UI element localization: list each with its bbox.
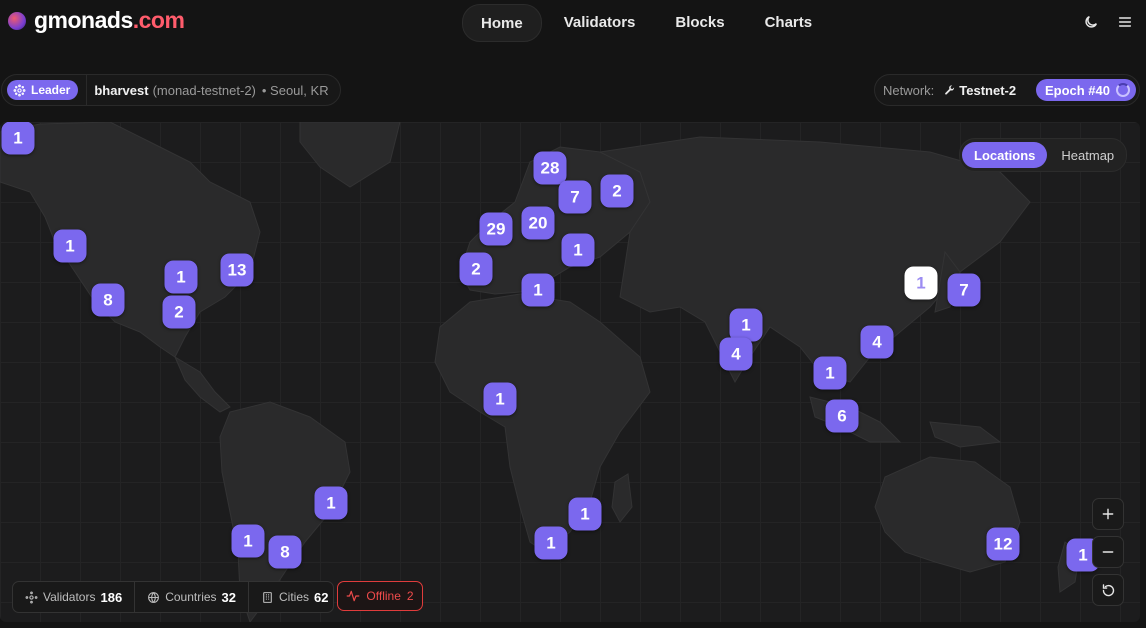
stat-cities-value: 62 xyxy=(314,589,329,605)
logo-mark-icon xyxy=(8,11,26,30)
network-value[interactable]: Testnet-2 xyxy=(944,83,1016,98)
map-marker[interactable]: 1 xyxy=(568,497,602,531)
globe-icon xyxy=(148,591,160,603)
map-marker[interactable]: 7 xyxy=(947,273,981,307)
building-icon xyxy=(263,591,272,603)
epoch-badge[interactable]: Epoch #40 xyxy=(1035,79,1136,101)
stat-cities: Cities 62 xyxy=(248,582,340,612)
landmass-madagascar xyxy=(611,473,633,523)
validators-icon xyxy=(25,591,38,603)
map-marker[interactable]: 1 xyxy=(561,233,595,267)
logo[interactable]: gmonads.com xyxy=(8,7,185,34)
offline-count: 2 xyxy=(406,589,414,603)
tab-locations[interactable]: Locations xyxy=(962,142,1048,168)
stat-countries-label: Countries xyxy=(165,590,217,604)
stat-validators-value: 186 xyxy=(100,589,123,605)
landmass-central-america xyxy=(173,355,231,413)
reset-view-button[interactable] xyxy=(1092,574,1124,606)
map-marker[interactable]: 1 xyxy=(1,122,35,155)
landmass-asia xyxy=(598,136,1031,384)
logo-text: gmonads.com xyxy=(34,7,185,33)
stat-countries: Countries 32 xyxy=(134,582,248,612)
map-marker[interactable]: 4 xyxy=(860,325,894,359)
network-label: Network: xyxy=(883,82,935,98)
epoch-progress-icon xyxy=(1116,83,1130,97)
leader-name: bharvest xyxy=(94,82,149,98)
stat-validators: Validators 186 xyxy=(13,582,134,612)
zoom-out-button[interactable] xyxy=(1092,536,1124,568)
map-marker[interactable]: 7 xyxy=(558,180,592,214)
reset-icon xyxy=(1102,583,1114,596)
map-marker[interactable]: 2 xyxy=(162,295,196,329)
zoom-in-button[interactable] xyxy=(1092,498,1124,530)
map-marker[interactable]: 12 xyxy=(986,527,1020,561)
map-marker[interactable]: 1 xyxy=(483,382,517,416)
landmass-north-america xyxy=(0,122,261,358)
map-marker[interactable]: 1 xyxy=(314,486,348,520)
map-marker[interactable]: 8 xyxy=(91,283,125,317)
map-marker[interactable]: 29 xyxy=(479,212,513,246)
nav-home[interactable]: Home xyxy=(462,4,542,42)
map-marker[interactable]: 1 xyxy=(231,524,265,558)
leader-node-id: (monad-testnet-2) xyxy=(152,82,256,98)
leader-badge-label: Leader xyxy=(31,83,71,97)
offline-label: Offline xyxy=(366,589,401,603)
divider xyxy=(86,75,88,105)
leader-badge: Leader xyxy=(7,80,79,100)
map-marker[interactable]: 1 xyxy=(521,273,555,307)
network-stats-bar: Validators 186 Countries 32 Cities 62 xyxy=(12,581,334,613)
theme-toggle-icon[interactable] xyxy=(1081,12,1101,32)
activity-icon xyxy=(347,590,360,602)
map-marker[interactable]: 1 xyxy=(534,526,568,560)
map-marker[interactable]: 28 xyxy=(533,151,567,185)
network-bar: Network: Testnet-2 Epoch #40 xyxy=(874,74,1140,106)
map-marker[interactable]: 1 xyxy=(53,229,87,263)
nav-validators[interactable]: Validators xyxy=(546,4,654,40)
validator-world-map[interactable]: 1 1 8 1 2 13 28 7 2 29 20 1 2 1 1 7 1 4 … xyxy=(0,122,1140,622)
landmass-greenland xyxy=(299,122,401,188)
stat-countries-value: 32 xyxy=(221,589,237,605)
map-marker[interactable]: 1 xyxy=(813,356,847,390)
leader-icon xyxy=(13,84,26,96)
map-marker[interactable]: 2 xyxy=(600,174,634,208)
map-marker[interactable]: 2 xyxy=(459,252,493,286)
map-marker[interactable]: 1 xyxy=(164,260,198,294)
stat-validators-label: Validators xyxy=(43,590,96,604)
wrench-icon xyxy=(945,84,955,95)
map-marker[interactable]: 6 xyxy=(825,399,859,433)
nav-charts[interactable]: Charts xyxy=(747,4,831,40)
stat-cities-label: Cities xyxy=(279,590,310,604)
tab-heatmap[interactable]: Heatmap xyxy=(1049,142,1126,168)
map-marker[interactable]: 20 xyxy=(521,206,555,240)
leader-location: • Seoul, KR xyxy=(261,82,329,98)
main-nav: Home Validators Blocks Charts xyxy=(462,4,830,42)
map-marker[interactable]: 13 xyxy=(220,253,254,287)
zoom-out-icon xyxy=(1102,551,1114,553)
current-leader-bar[interactable]: Leader bharvest (monad-testnet-2) • Seou… xyxy=(1,74,341,106)
nav-blocks[interactable]: Blocks xyxy=(657,4,742,40)
menu-icon[interactable] xyxy=(1115,12,1135,32)
zoom-in-icon xyxy=(1102,508,1114,520)
landmass-new-guinea xyxy=(929,421,1002,448)
map-marker[interactable]: 8 xyxy=(268,535,302,569)
map-marker-selected[interactable]: 1 xyxy=(904,266,938,300)
offline-button[interactable]: Offline 2 xyxy=(337,581,423,611)
map-marker[interactable]: 4 xyxy=(719,337,753,371)
map-view-toggle: Locations Heatmap xyxy=(959,138,1127,172)
